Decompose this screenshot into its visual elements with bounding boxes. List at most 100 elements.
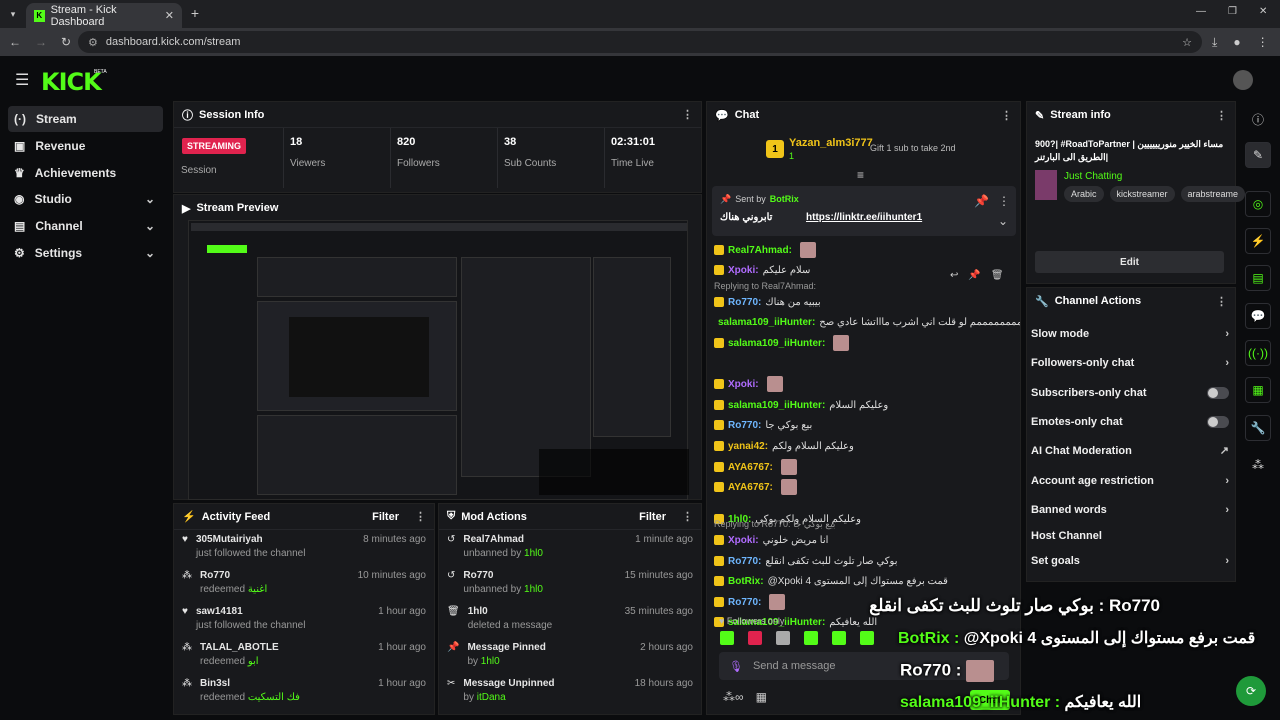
sidebar-item-studio[interactable]: ◉ Studio ⌄ (8, 186, 163, 212)
broadcast-icon[interactable]: ((·)) (1245, 340, 1271, 366)
edit-button[interactable]: Edit (1035, 251, 1224, 273)
action-ai-moderation[interactable]: AI Chat Moderation ↗ (1024, 436, 1236, 465)
browser-tab[interactable]: K Stream - Kick Dashboard ✕ (26, 3, 182, 28)
pinned-message[interactable]: 📌 Sent by BotRix تابروني هناك https://link… (712, 186, 1016, 236)
emote-icon[interactable] (832, 631, 846, 645)
sidebar-item-achievements[interactable]: ♛ Achievements (8, 160, 163, 186)
chat-message[interactable]: Xpoki: انا مريض خلوني (714, 530, 1020, 550)
chat-username[interactable]: Ro770: (728, 556, 761, 567)
chat-username[interactable]: salama109_iiHunter: (718, 317, 815, 328)
chat-username[interactable]: yanai42: (728, 441, 768, 452)
minimize-icon[interactable]: — (1196, 6, 1206, 17)
reload-icon[interactable]: ↻ (61, 35, 71, 49)
toggle-switch[interactable] (1207, 415, 1229, 428)
chat-username[interactable]: Xpoki: (728, 265, 759, 276)
site-info-icon[interactable]: ⚙ (88, 36, 98, 49)
download-icon[interactable]: ⤓ (1212, 35, 1217, 50)
pinned-link[interactable]: https://linktr.ee/iihunter1 (806, 212, 922, 223)
pin-icon[interactable]: 📌 (968, 270, 980, 288)
chat-username[interactable]: Ro770: (728, 597, 761, 608)
chat-message[interactable]: Real7Ahmad: (714, 240, 1020, 260)
trash-icon[interactable]: 🗑 (991, 270, 1004, 288)
info-icon[interactable]: ⓘ (1252, 111, 1264, 128)
apps-icon[interactable]: ⁂ (1252, 458, 1264, 472)
chat-username[interactable]: Xpoki: (728, 379, 759, 390)
sidebar-item-stream[interactable]: (·) Stream (8, 106, 163, 132)
chat-username[interactable]: Ro770: (728, 297, 761, 308)
forward-icon[interactable]: → (35, 35, 47, 49)
action-slow-mode[interactable]: Slow mode › (1024, 319, 1236, 348)
chevron-down-icon[interactable]: ⌄ (998, 214, 1008, 228)
more-menu-icon[interactable]: ⋮ (1216, 109, 1227, 122)
tag[interactable]: Arabic (1064, 186, 1104, 202)
chat-message[interactable]: salama109_iiHunter: (714, 333, 1020, 353)
chat-message[interactable]: Ro770: بوكي صار تلوث للبث تكفى انقلع (714, 551, 1020, 571)
emote-icon[interactable] (804, 631, 818, 645)
lightning-icon[interactable]: ⚡ (1245, 228, 1271, 254)
chat-username[interactable]: Xpoki: (728, 535, 759, 546)
sidebar-item-settings[interactable]: ⚙ Settings ⌄ (8, 240, 163, 266)
action-emotes-only[interactable]: Emotes-only chat (1024, 407, 1236, 436)
more-menu-icon[interactable]: ⋮ (682, 108, 693, 121)
chat-message[interactable]: BotRix: @Xpoki 4 قمت برفع مستواك إلى المس… (714, 571, 1020, 591)
action-set-goals[interactable]: Set goals › (1024, 546, 1236, 575)
category-name[interactable]: Just Chatting (1064, 171, 1122, 182)
restore-icon[interactable]: ❐ (1228, 6, 1237, 17)
emote-icon[interactable] (748, 631, 762, 645)
hamburger-menu-icon[interactable]: ☰ (15, 70, 29, 90)
chat-message[interactable]: AYA6767: (714, 457, 1020, 477)
stream-preview-video[interactable] (188, 220, 689, 500)
tag[interactable]: arabstreame (1180, 186, 1246, 202)
chat-username[interactable]: Ro770: (728, 420, 761, 431)
bookmark-star-icon[interactable]: ☆ (1182, 36, 1192, 49)
profile-icon[interactable]: ● (1233, 35, 1240, 50)
filter-button[interactable]: Filter (372, 511, 399, 523)
wrench-icon[interactable]: 🔧 (1245, 415, 1271, 441)
back-icon[interactable]: ← (9, 35, 21, 49)
camera-icon[interactable]: ◎ (1245, 191, 1271, 217)
action-banned-words[interactable]: Banned words › (1024, 495, 1236, 524)
chat-message[interactable]: AYA6767: (714, 477, 1020, 497)
avatar[interactable] (1233, 70, 1253, 90)
sidebar-item-revenue[interactable]: ▣ Revenue (8, 133, 163, 159)
edit-stream-icon[interactable]: ✎ (1245, 142, 1271, 168)
tag[interactable]: kickstreamer (1109, 186, 1175, 202)
more-menu-icon[interactable]: ⋮ (1257, 35, 1269, 50)
more-menu-icon[interactable]: ⋮ (998, 194, 1010, 208)
kick-logo[interactable]: KICK (41, 68, 102, 96)
emote-icon[interactable] (860, 631, 874, 645)
microphone-icon[interactable]: 🎙 (729, 660, 743, 673)
chat-message[interactable]: salama109_iiHunter: ممممممممممممم لو قلت … (714, 312, 1020, 332)
unpin-icon[interactable]: 📌 (974, 194, 989, 208)
more-menu-icon[interactable]: ⋮ (415, 510, 426, 523)
more-menu-icon[interactable]: ⋮ (1001, 109, 1012, 122)
close-icon[interactable]: ✕ (165, 9, 174, 22)
filter-button[interactable]: Filter (639, 511, 666, 523)
chat-username[interactable]: AYA6767: (728, 482, 773, 493)
chat-message[interactable]: Xpoki: (714, 374, 1020, 394)
chat-username[interactable]: AYA6767: (728, 462, 773, 473)
toggle-switch[interactable] (1207, 386, 1229, 399)
top-gifter-name[interactable]: Yazan_alm3i777 (789, 137, 873, 149)
more-menu-icon[interactable]: ⋮ (682, 510, 693, 523)
chat-username[interactable]: BotRix: (728, 576, 764, 587)
document-icon[interactable]: ▤ (1245, 265, 1271, 291)
store-icon[interactable]: ▦ (756, 690, 767, 704)
chat-message[interactable]: yanai42: وعليكم السلام ولكم (714, 436, 1020, 456)
sidebar-item-channel[interactable]: ▤ Channel ⌄ (8, 213, 163, 239)
chat-message[interactable]: Ro770: بيع بوكي جا (714, 415, 1020, 435)
emote-icon[interactable] (720, 631, 734, 645)
reply-icon[interactable]: ↩ (950, 270, 958, 288)
emote-icon[interactable] (776, 631, 790, 645)
chat-message[interactable]: Ro770: بيبيه من هناك (714, 292, 1020, 312)
tab-list-icon[interactable]: ▾ (6, 7, 20, 21)
points-icon[interactable]: ⁂∞ (723, 690, 744, 704)
more-menu-icon[interactable]: ⋮ (1216, 295, 1227, 308)
url-field[interactable]: ⚙ dashboard.kick.com/stream ☆ (78, 31, 1202, 53)
action-account-age[interactable]: Account age restriction › (1024, 466, 1236, 495)
layout-icon[interactable]: ▦ (1245, 377, 1271, 403)
expand-icon[interactable]: ≡ (857, 168, 864, 182)
chat-username[interactable]: Real7Ahmad: (728, 245, 792, 256)
action-subscribers-only[interactable]: Subscribers-only chat (1024, 378, 1236, 407)
new-tab-icon[interactable]: + (188, 5, 202, 21)
